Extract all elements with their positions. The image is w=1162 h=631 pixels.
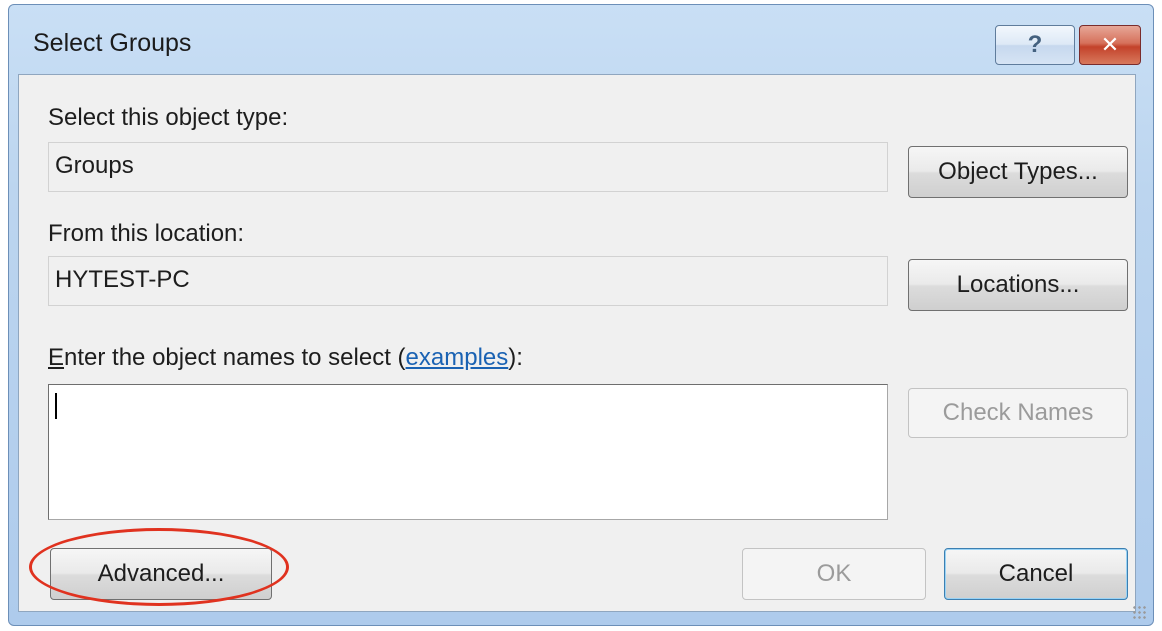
help-icon: ? [1027,31,1043,58]
location-field: HYTEST-PC [48,256,888,306]
text-caret [55,393,57,419]
object-type-label: Select this object type: [48,104,289,131]
object-names-label-end: ): [508,344,523,371]
ok-button[interactable]: OK [742,548,926,600]
help-button[interactable]: ? [995,25,1075,65]
object-names-label-text: nter the object names to select ( [64,344,406,371]
close-icon: ✕ [1100,32,1120,57]
advanced-button[interactable]: Advanced... [50,548,272,600]
dialog-title: Select Groups [33,29,192,57]
location-label: From this location: [48,220,245,247]
cancel-button[interactable]: Cancel [944,548,1128,600]
resize-grip-icon[interactable] [1132,605,1148,621]
close-button[interactable]: ✕ [1079,25,1141,65]
object-type-field: Groups [48,142,888,192]
object-types-button[interactable]: Object Types... [908,146,1128,198]
examples-link[interactable]: examples [406,344,509,371]
object-names-label: Enter the object names to select (exampl… [48,344,523,372]
title-bar[interactable]: Select Groups ? ✕ [9,5,1153,79]
object-names-label-accesskey: E [48,344,65,371]
check-names-button[interactable]: Check Names [908,388,1128,438]
object-names-input[interactable] [48,384,888,520]
locations-button[interactable]: Locations... [908,259,1128,311]
